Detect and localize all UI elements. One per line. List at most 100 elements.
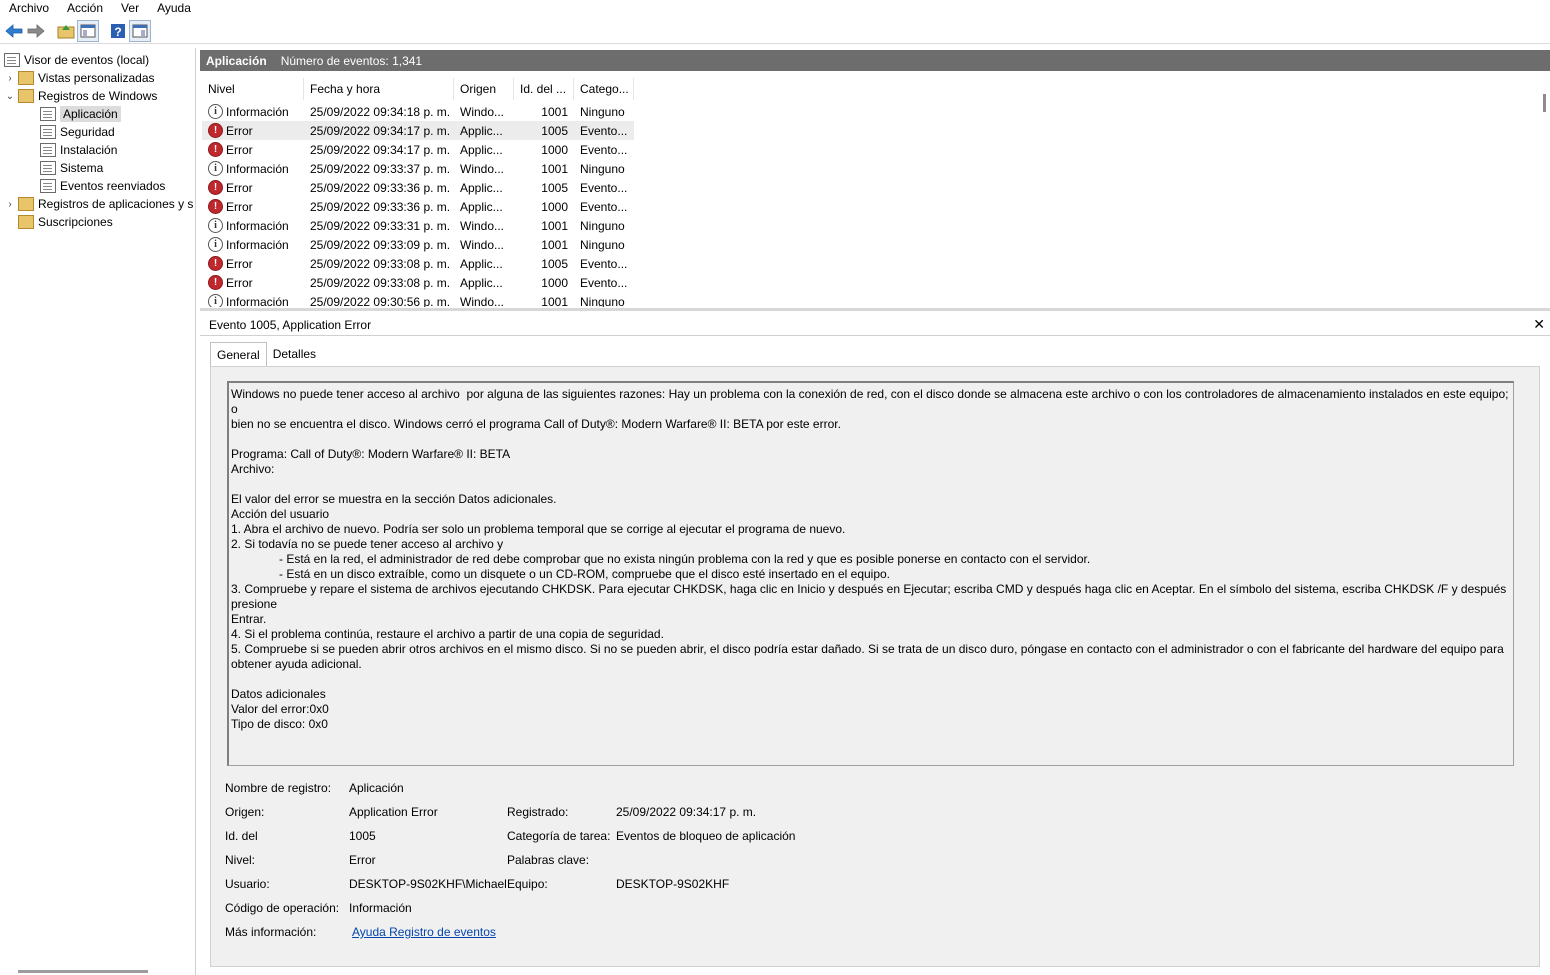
- prop-value-computer: DESKTOP-9S02KHF: [616, 877, 730, 891]
- description-line: Archivo:: [231, 462, 275, 476]
- chevron-right-icon[interactable]: ›: [4, 73, 16, 84]
- cell-category: Ninguno: [580, 237, 625, 252]
- tree-item-app-service-logs[interactable]: › Registros de aplicaciones y s: [4, 195, 193, 213]
- show-hide-tree-icon[interactable]: [77, 19, 99, 42]
- tree-label: Sistema: [60, 161, 104, 175]
- table-row[interactable]: i Información 25/09/2022 09:33:09 p. m. Win…: [202, 235, 634, 254]
- info-icon: i: [208, 161, 223, 176]
- menu-accion[interactable]: Acción: [58, 0, 112, 17]
- description-line: obtener ayuda adicional.: [231, 657, 362, 671]
- detail-tabs: General Detalles: [210, 342, 322, 367]
- column-header-fecha[interactable]: Fecha y hora: [304, 78, 454, 100]
- cell-source: Applic...: [460, 275, 503, 290]
- event-count: Número de eventos: 1,341: [280, 53, 423, 68]
- menu-ver[interactable]: Ver: [112, 0, 148, 17]
- column-header-origen[interactable]: Origen: [454, 78, 514, 100]
- description-line: 4. Si el problema continúa, restaure el …: [231, 627, 664, 641]
- chevron-down-icon[interactable]: ⌄: [4, 91, 16, 102]
- event-description[interactable]: Windows no puede tener acceso al archivo…: [227, 381, 1514, 766]
- prop-value-source: Application Error: [349, 805, 438, 819]
- table-row[interactable]: i Información 25/09/2022 09:34:18 p. m. Win…: [202, 102, 634, 121]
- description-line: 2. Si todavía no se puede tener acceso a…: [231, 537, 504, 551]
- forward-arrow-icon[interactable]: [25, 20, 47, 42]
- cell-level: ! Error: [202, 180, 304, 195]
- chevron-right-icon[interactable]: ›: [4, 199, 16, 210]
- tab-general[interactable]: General: [210, 342, 267, 367]
- close-icon[interactable]: ✕: [1533, 316, 1545, 333]
- back-arrow-icon[interactable]: [3, 20, 25, 42]
- prop-label-more-info: Más información:: [225, 925, 317, 939]
- prop-label-opcode: Código de operación:: [225, 901, 340, 915]
- cell-date: 25/09/2022 09:34:17 p. m.: [310, 142, 451, 157]
- pane-splitter[interactable]: [200, 308, 1550, 311]
- help-icon[interactable]: ?: [107, 20, 129, 42]
- error-icon: !: [208, 275, 223, 290]
- horizontal-scrollbar[interactable]: [18, 970, 148, 973]
- toolbar-separator: [47, 20, 55, 42]
- cell-id: 1001: [541, 218, 568, 233]
- cell-source: Applic...: [460, 199, 503, 214]
- cell-source: Applic...: [460, 180, 503, 195]
- cell-level: ! Error: [202, 142, 304, 157]
- folder-up-icon[interactable]: [55, 20, 77, 42]
- cell-id: 1005: [541, 123, 568, 138]
- cell-date: 25/09/2022 09:33:08 p. m.: [310, 275, 451, 290]
- tree-item-instalacion[interactable]: Instalación: [40, 141, 117, 159]
- cell-category: Evento...: [580, 256, 628, 271]
- folder-icon: [18, 215, 34, 229]
- tree-item-sistema[interactable]: Sistema: [40, 159, 103, 177]
- info-icon: i: [208, 237, 223, 252]
- cell-source: Windo...: [460, 294, 505, 308]
- column-header-nivel[interactable]: Nivel: [202, 78, 304, 100]
- error-icon: !: [208, 256, 223, 271]
- cell-date: 25/09/2022 09:34:18 p. m.: [310, 104, 451, 119]
- tab-detalles[interactable]: Detalles: [267, 342, 322, 366]
- tree-item-aplicacion[interactable]: Aplicación: [40, 105, 121, 123]
- general-panel: Windows no puede tener acceso al archivo…: [210, 366, 1540, 967]
- cell-level: i Información: [202, 237, 304, 252]
- vertical-scrollbar[interactable]: [1543, 94, 1546, 112]
- tree-item-seguridad[interactable]: Seguridad: [40, 123, 115, 141]
- log-icon: [40, 179, 56, 193]
- table-row[interactable]: ! Error 25/09/2022 09:33:36 p. m. Applic...…: [202, 197, 634, 216]
- cell-date: 25/09/2022 09:33:31 p. m.: [310, 218, 451, 233]
- table-row[interactable]: i Información 25/09/2022 09:33:37 p. m. Win…: [202, 159, 634, 178]
- tree-item-windows-logs[interactable]: ⌄ Registros de Windows: [4, 87, 157, 105]
- cell-level: i Información: [202, 104, 304, 119]
- column-header-id[interactable]: Id. del ...: [514, 78, 574, 100]
- cell-level-text: Error: [226, 275, 253, 290]
- tree-item-suscripciones[interactable]: Suscripciones: [4, 213, 113, 231]
- cell-source: Windo...: [460, 218, 505, 233]
- tree-item-eventos-reenviados[interactable]: Eventos reenviados: [40, 177, 165, 195]
- action-pane-icon[interactable]: [129, 19, 151, 42]
- menu-archivo[interactable]: Archivo: [0, 0, 58, 17]
- cell-date: 25/09/2022 09:33:36 p. m.: [310, 199, 451, 214]
- error-icon: !: [208, 123, 223, 138]
- description-line: Valor del error:0x0: [231, 702, 329, 716]
- menu-ayuda[interactable]: Ayuda: [148, 0, 200, 17]
- description-line: bien no se encuentra el disco. Windows c…: [231, 417, 841, 431]
- toolbar-separator: [99, 20, 107, 42]
- table-row[interactable]: i Información 25/09/2022 09:30:56 p. m. Win…: [202, 292, 634, 307]
- info-icon: i: [208, 218, 223, 233]
- cell-date: 25/09/2022 09:34:17 p. m.: [310, 123, 451, 138]
- more-info-link[interactable]: Ayuda Registro de eventos: [352, 925, 496, 941]
- table-row[interactable]: ! Error 25/09/2022 09:33:36 p. m. Applic...…: [202, 178, 634, 197]
- column-header-categoria[interactable]: Catego...: [574, 78, 634, 100]
- table-row[interactable]: ! Error 25/09/2022 09:33:08 p. m. Applic...…: [202, 273, 634, 292]
- table-row[interactable]: ! Error 25/09/2022 09:34:17 p. m. Applic...…: [202, 140, 634, 159]
- cell-level-text: Información: [226, 161, 289, 176]
- cell-category: Evento...: [580, 123, 628, 138]
- tree-label: Aplicación: [60, 106, 121, 122]
- description-line: Windows no puede tener acceso al archivo…: [231, 387, 1512, 416]
- info-icon: i: [208, 294, 223, 307]
- table-row[interactable]: i Información 25/09/2022 09:33:31 p. m. Win…: [202, 216, 634, 235]
- table-row[interactable]: ! Error 25/09/2022 09:34:17 p. m. Applic...…: [202, 121, 634, 140]
- cell-level-text: Error: [226, 199, 253, 214]
- cell-source: Applic...: [460, 142, 503, 157]
- tree-item-custom-views[interactable]: › Vistas personalizadas: [4, 69, 155, 87]
- description-line: 3. Compruebe y repare el sistema de arch…: [231, 582, 1510, 611]
- cell-category: Ninguno: [580, 104, 625, 119]
- table-row[interactable]: ! Error 25/09/2022 09:33:08 p. m. Applic...…: [202, 254, 634, 273]
- tree-item-root[interactable]: Visor de eventos (local): [4, 51, 149, 69]
